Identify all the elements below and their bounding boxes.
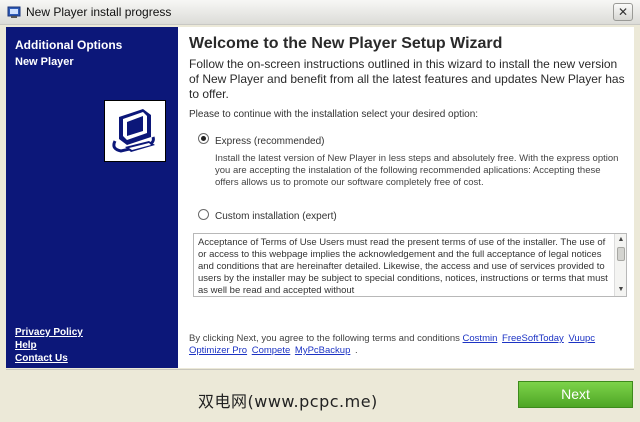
express-option-label[interactable]: Express (recommended) bbox=[215, 136, 324, 147]
agreement-text: By clicking Next, you agree to the follo… bbox=[189, 333, 629, 357]
express-radio[interactable] bbox=[198, 133, 209, 144]
main-content: Welcome to the New Player Setup Wizard F… bbox=[178, 27, 634, 368]
close-button[interactable]: ✕ bbox=[613, 3, 633, 21]
agreement-prefix: By clicking Next, you agree to the follo… bbox=[189, 333, 460, 344]
intro-text: Follow the on-screen instructions outlin… bbox=[189, 57, 625, 101]
window-title: New Player install progress bbox=[26, 5, 172, 19]
sidebar: Additional Options New Player Privacy Po… bbox=[6, 27, 178, 368]
mypcbackup-link[interactable]: MyPcBackup bbox=[295, 345, 350, 356]
scroll-up-icon[interactable]: ▲ bbox=[616, 235, 626, 245]
express-option-description: Install the latest version of New Player… bbox=[215, 153, 619, 188]
contact-us-link[interactable]: Contact Us bbox=[15, 352, 83, 365]
custom-option-label[interactable]: Custom installation (expert) bbox=[215, 211, 337, 222]
watermark-text: 双电网(www.pcpc.me) bbox=[198, 392, 378, 411]
costmin-link[interactable]: Costmin bbox=[463, 333, 498, 344]
option-prompt: Please to continue with the installation… bbox=[189, 109, 479, 120]
terms-textbox[interactable]: Acceptance of Terms of Use Users must re… bbox=[193, 233, 627, 297]
compete-link[interactable]: Compete bbox=[252, 345, 291, 356]
footer-divider bbox=[6, 369, 634, 370]
custom-radio[interactable] bbox=[198, 209, 209, 220]
agreement-suffix: . bbox=[355, 345, 358, 356]
scroll-down-icon[interactable]: ▼ bbox=[616, 285, 626, 295]
installer-logo bbox=[104, 100, 166, 162]
app-icon bbox=[7, 6, 21, 18]
scroll-thumb[interactable] bbox=[617, 247, 625, 261]
privacy-policy-link[interactable]: Privacy Policy bbox=[15, 326, 83, 339]
help-link[interactable]: Help bbox=[15, 339, 83, 352]
installer-window: New Player install progress ✕ Additional… bbox=[0, 0, 640, 422]
title-bar: New Player install progress ✕ bbox=[0, 0, 640, 25]
freesofttoday-link[interactable]: FreeSoftToday bbox=[502, 333, 564, 344]
terms-text: Acceptance of Terms of Use Users must re… bbox=[198, 237, 608, 296]
terms-scrollbar[interactable]: ▲ ▼ bbox=[614, 234, 626, 296]
computer-installer-icon bbox=[105, 101, 165, 161]
next-button[interactable]: Next bbox=[518, 381, 633, 408]
page-title: Welcome to the New Player Setup Wizard bbox=[189, 35, 503, 52]
sidebar-heading: Additional Options bbox=[15, 38, 123, 52]
sidebar-subheading: New Player bbox=[15, 56, 74, 68]
sidebar-links: Privacy Policy Help Contact Us bbox=[15, 326, 83, 365]
